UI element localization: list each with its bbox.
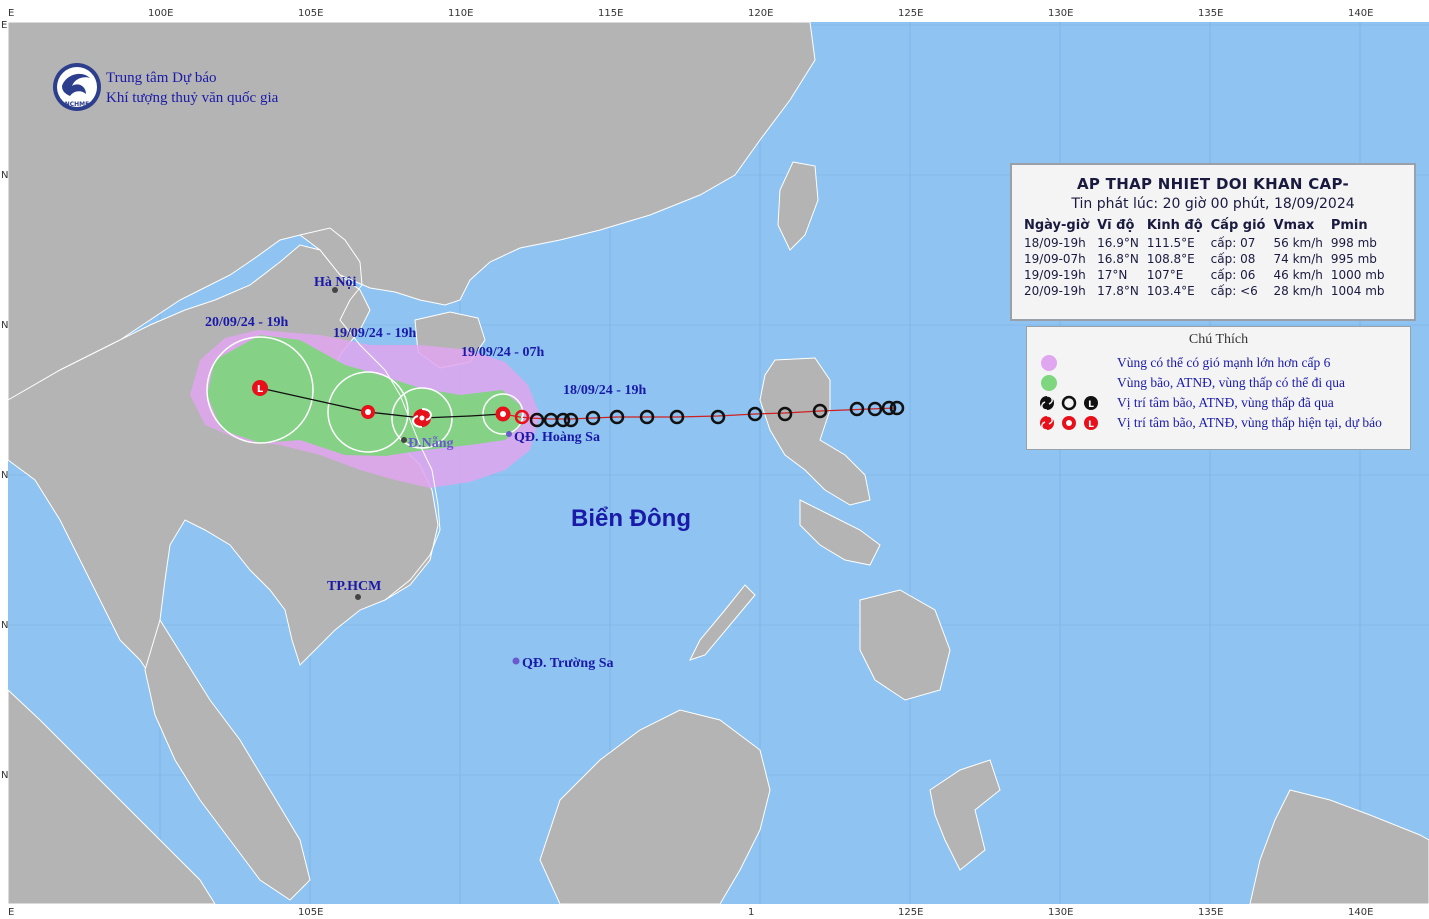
label-bien-dong: Biển Đông [571,505,691,532]
svg-text:E: E [8,907,14,918]
label-danang: Đ.Nẵng [408,435,454,451]
forecast-table: Ngày-giờ Vĩ độ Kinh độ Cấp gió Vmax Pmin… [1022,218,1391,299]
low-past-icon: L [1084,396,1098,410]
forecast-table-header: Ngày-giờ Vĩ độ Kinh độ Cấp gió Vmax Pmin [1022,218,1391,235]
svg-text:135E: 135E [1198,907,1223,918]
svg-text:115E: 115E [598,8,623,19]
svg-text:140E: 140E [1348,8,1373,19]
table-row: 19/09-19h 17°N 107°E cấp: 06 46 km/h 1000 mb [1024,268,1385,282]
svg-text:135E: 135E [1198,8,1223,19]
bulletin-issued-time: Tin phát lúc: 20 giờ 00 phút, 18/09/2024 [1071,196,1355,212]
legend-item-current: L Vị trí tâm bão, ATNĐ, vùng thấp hiện t… [1039,414,1382,432]
legend-box: Chú Thích Vùng có thể có gió mạnh lớn hơ… [1026,326,1411,450]
svg-text:105E: 105E [298,907,323,918]
label-hanoi: Hà Nội [314,275,357,290]
table-row: 20/09-19h 17.8°N 103.4°E cấp: <6 28 km/h 100… [1024,284,1385,298]
svg-text:L: L [1088,400,1094,410]
label-truongsa: QĐ. Trường Sa [522,656,614,671]
svg-text:125E: 125E [898,907,923,918]
header-pmin: Pmin [1330,218,1368,233]
svg-text:N: N [1,320,8,331]
forecast-label-19-19h: 19/09/24 - 19h [333,326,416,341]
svg-text:NCHMF: NCHMF [65,101,90,108]
legend-title: Chú Thích [1188,332,1249,347]
bulletin-title: AP THAP NHIET DOI KHAN CAP- [1076,175,1350,193]
svg-text:E: E [8,8,14,19]
legend-item-storm-zone: Vùng bão, ATNĐ, vùng thấp có thể đi qua [1039,374,1345,392]
svg-text:140E: 140E [1348,907,1373,918]
svg-text:120E: 120E [748,8,773,19]
nchmf-logo: NCHMF [53,63,101,111]
table-row: 18/09-19h 16.9°N 111.5°E cấp: 07 56 km/h 998… [1024,236,1377,250]
svg-text:100E: 100E [148,8,173,19]
header-datetime: Ngày-giờ [1024,218,1090,233]
storm-past-icon [1040,395,1054,411]
bulletin-box: AP THAP NHIET DOI KHAN CAP- Tin phát lúc… [1010,163,1416,321]
depression-forecast-icon [1062,416,1076,430]
svg-text:1: 1 [748,907,754,918]
svg-text:125E: 125E [898,8,923,19]
svg-text:N: N [1,770,8,781]
header-lat: Vĩ độ [1097,218,1135,233]
label-hcm: TP.HCM [327,579,381,594]
storm-path-zone-icon [1041,375,1057,391]
forecast-label-19-07h: 19/09/24 - 07h [461,345,544,360]
org-name-line2: Khí tượng thuỷ văn quốc gia [106,90,279,106]
storm-forecast-icon [1040,415,1054,431]
low-forecast-marker[interactable]: L [252,380,268,396]
forecast-label-20-19h: 20/09/24 - 19h [205,315,288,330]
svg-text:N: N [1,620,8,631]
strong-wind-zone-icon [1041,355,1057,371]
svg-text:L: L [257,384,264,395]
label-hoangsa: QĐ. Hoàng Sa [514,430,600,445]
depression-past-icon [1061,395,1077,411]
svg-text:110E: 110E [448,8,473,19]
storm-forecast-marker[interactable] [412,408,432,428]
low-forecast-icon: L [1084,416,1098,430]
table-row: 19/09-07h 16.8°N 108.8°E cấp: 08 74 km/h 995… [1024,252,1377,266]
header-wind-level: Cấp gió [1210,218,1266,233]
header-vmax: Vmax [1273,218,1315,233]
svg-text:N: N [1,170,8,181]
svg-text:N: N [1,470,8,481]
svg-text:130E: 130E [1048,8,1073,19]
legend-item-past: L Vị trí tâm bão, ATNĐ, vùng thấp đã qua [1039,394,1334,412]
svg-text:105E: 105E [298,8,323,19]
header-lon: Kinh độ [1146,218,1203,233]
forecast-label-18-19h: 18/09/24 - 19h [563,383,646,398]
weather-map: L Hà Nội Đ.Nẵng QĐ. Hoàng Sa TP.HCM QĐ. … [0,0,1429,919]
svg-text:130E: 130E [1048,907,1073,918]
org-name-line1: Trung tâm Dự báo [106,70,217,86]
svg-text:E: E [1,20,7,31]
legend-item-strong-wind: Vùng có thể có gió mạnh lớn hơn cấp 6 [1039,354,1330,372]
svg-text:L: L [1088,420,1094,430]
